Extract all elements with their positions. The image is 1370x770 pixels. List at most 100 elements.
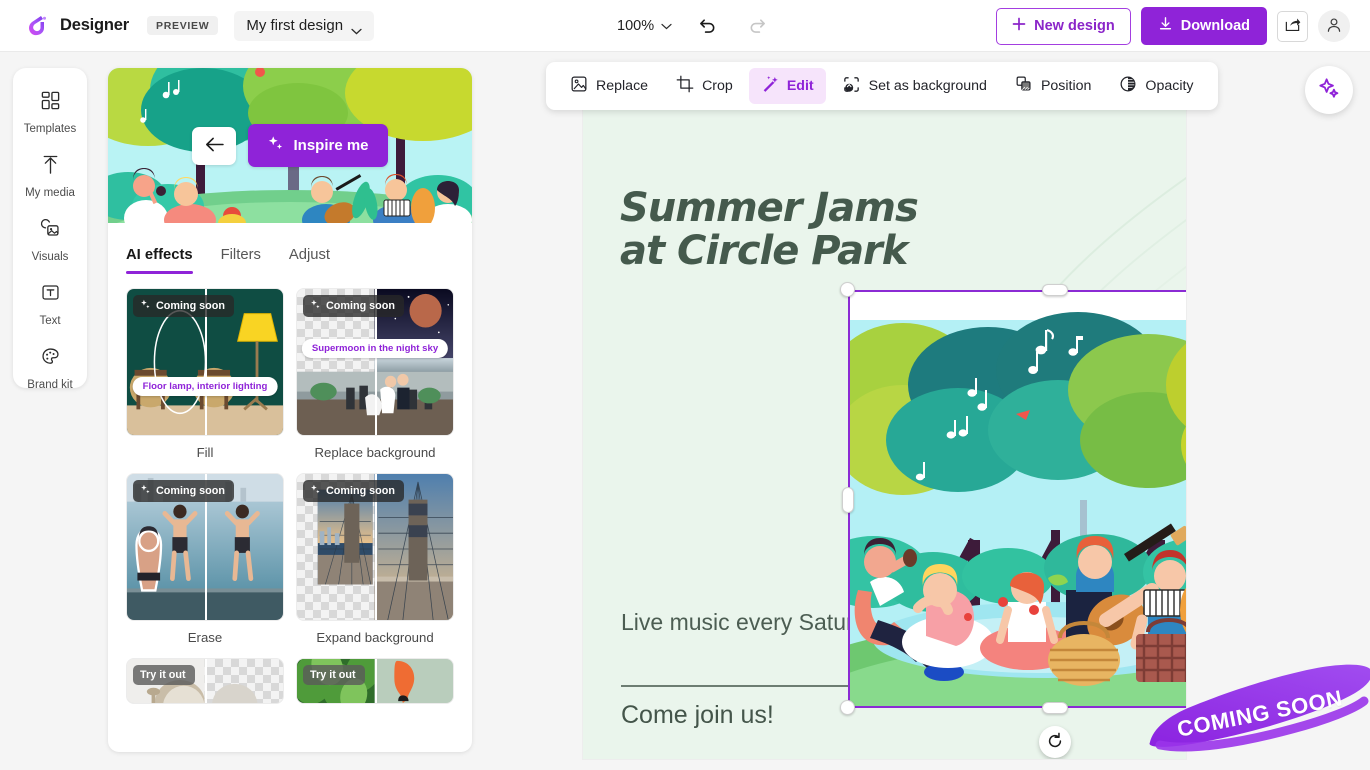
effect-card-blur-background[interactable]: Try it out [296,658,454,704]
ai-assistant-button[interactable] [1305,66,1353,114]
magic-wand-icon [761,75,779,97]
canvas-area[interactable]: Summer Jams at Circle Park Live music ev… [490,52,1370,770]
panel-hero-preview: Inspire me [108,68,472,223]
effect-card-fill[interactable]: Coming soon Floor lamp, interior lightin… [126,288,284,463]
resize-handle-bottom-left[interactable] [840,700,855,715]
new-design-label: New design [1034,18,1115,34]
templates-icon [40,90,61,116]
chevron-down-icon [351,22,362,29]
sparkle-icon [310,484,321,498]
redo-icon [748,15,767,37]
before-after-divider [205,659,207,703]
sidebar-item-text[interactable]: Text [13,272,87,336]
tab-label: AI effects [126,247,193,263]
sidebar-item-templates[interactable]: Templates [13,80,87,144]
brand: Designer PREVIEW [24,13,218,39]
sidebar-item-label: My media [25,187,75,199]
resize-handle-middle-left[interactable] [842,487,854,513]
badge-label: Coming soon [156,300,225,312]
inspire-me-label: Inspire me [293,137,368,154]
text-icon [40,282,61,308]
tab-label: Adjust [289,247,330,263]
sparkle-icon [310,299,321,313]
toolbar-item-label: Set as background [869,78,987,94]
plus-icon [1012,17,1026,35]
sidebar-item-my-media[interactable]: My media [13,144,87,208]
page-cta[interactable]: Come join us! [621,701,774,730]
hero-actions: Inspire me [108,68,472,223]
ai-effects-panel: Inspire me AI effects Filters Adjust [108,68,472,752]
status-badge: Coming soon [303,295,404,317]
image-context-toolbar: Replace Crop Edit [546,62,1218,110]
prompt-pill: Floor lamp, interior lighting [133,377,278,396]
effect-cards-grid: Coming soon Floor lamp, interior lightin… [108,274,472,704]
toolbar-item-label: Crop [702,78,733,94]
sidebar-item-label: Brand kit [27,379,72,391]
effect-card-expand-background[interactable]: Coming soon Expand background [296,473,454,648]
effect-thumbnail: Coming soon Supermoon in the night sky [296,288,454,436]
sparkle-icon [140,484,151,498]
tab-filters[interactable]: Filters [221,247,261,274]
opacity-icon [1119,75,1137,97]
zoom-dropdown[interactable]: 100% [617,17,672,35]
left-rail: Templates My media Visuals [13,68,87,388]
new-design-button[interactable]: New design [996,8,1131,45]
status-badge: Coming soon [133,295,234,317]
panel-back-button[interactable] [192,127,236,165]
redo-button[interactable] [742,11,772,41]
toolbar-replace-button[interactable]: Replace [558,68,660,104]
undo-icon [698,15,717,37]
before-after-divider [375,659,377,703]
position-icon [1015,75,1033,97]
park-picnic-illustration [848,290,1186,708]
badge-label: Coming soon [326,485,395,497]
top-bar: Designer PREVIEW My first design 100% [0,0,1370,52]
toolbar-crop-button[interactable]: Crop [664,68,745,104]
panel-tabs: AI effects Filters Adjust [108,223,472,274]
download-button[interactable]: Download [1141,7,1267,45]
resize-handle-top-center[interactable] [1042,284,1068,296]
effect-caption: Expand background [296,621,454,648]
effect-caption: Erase [126,621,284,648]
rotate-icon [1046,732,1064,753]
preview-tag: PREVIEW [147,16,218,35]
account-button[interactable] [1318,10,1350,42]
badge-label: Coming soon [326,300,395,312]
effect-card-replace-background[interactable]: Coming soon Supermoon in the night sky R… [296,288,454,463]
toolbar-position-button[interactable]: Position [1003,68,1103,104]
rotate-handle[interactable] [1039,726,1071,758]
download-label: Download [1181,18,1250,34]
effect-caption: Replace background [296,436,454,463]
sidebar-item-brand-kit[interactable]: Brand kit [13,336,87,400]
toolbar-item-label: Replace [596,78,648,94]
zoom-level-label: 100% [617,18,654,34]
sparkle-icon [140,299,151,313]
toolbar-opacity-button[interactable]: Opacity [1107,68,1205,104]
tab-adjust[interactable]: Adjust [289,247,330,274]
effect-caption: Fill [126,436,284,463]
download-icon [1158,16,1173,35]
toolbar-edit-button[interactable]: Edit [749,68,826,104]
effect-thumbnail: Coming soon Floor lamp, interior lightin… [126,288,284,436]
effect-thumbnail: Coming soon [126,473,284,621]
design-page[interactable]: Summer Jams at Circle Park Live music ev… [583,107,1186,759]
designer-app: Designer PREVIEW My first design 100% [0,0,1370,770]
sidebar-item-label: Text [39,315,60,327]
share-button[interactable] [1277,11,1308,42]
tab-ai-effects[interactable]: AI effects [126,247,193,274]
upload-icon [40,154,61,180]
sidebar-item-visuals[interactable]: Visuals [13,208,87,272]
inspire-me-button[interactable]: Inspire me [248,124,387,167]
sparkle-icon [1318,77,1341,103]
effect-card-remove-background[interactable]: Try it out [126,658,284,704]
toolbar-set-as-background-button[interactable]: Set as background [830,68,999,105]
resize-handle-bottom-center[interactable] [1042,702,1068,714]
undo-button[interactable] [692,11,722,41]
page-title[interactable]: Summer Jams at Circle Park [620,187,920,273]
resize-handle-top-left[interactable] [840,282,855,297]
effect-card-erase[interactable]: Coming soon Erase [126,473,284,648]
document-title-dropdown[interactable]: My first design [234,11,374,41]
selected-image-object[interactable] [848,290,1186,708]
divider-rule [621,685,851,687]
set-background-icon [842,75,861,98]
